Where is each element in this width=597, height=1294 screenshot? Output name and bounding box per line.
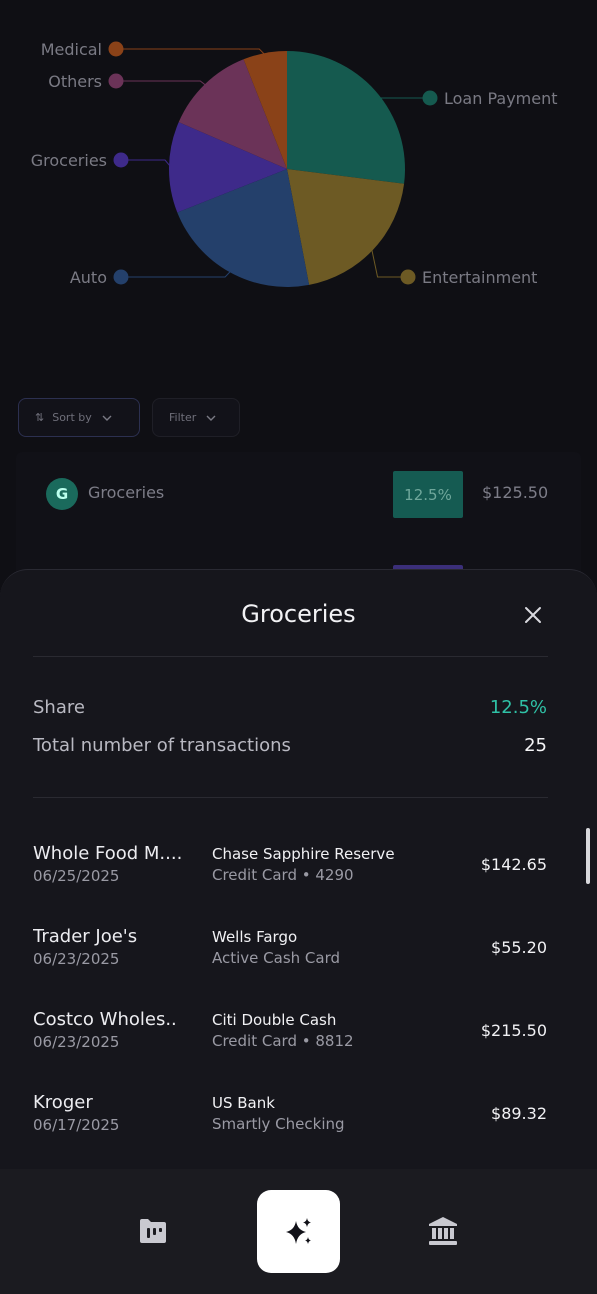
close-icon: [525, 607, 541, 623]
pie-slice-label: Auto: [70, 268, 107, 287]
transaction-date: 06/23/2025: [33, 950, 120, 968]
transaction-date: 06/25/2025: [33, 867, 120, 885]
share-value: 12.5%: [489, 697, 547, 718]
pie-callout-line: [373, 91, 430, 99]
transaction-account: Citi Double Cash: [212, 1011, 337, 1029]
transaction-count-label: Total number of transactions: [33, 735, 291, 756]
share-label: Share: [33, 697, 85, 718]
filter-dropdown[interactable]: Filter: [152, 398, 240, 437]
pie-callout-line: [121, 270, 232, 278]
category-amount: $125.50: [482, 483, 549, 502]
transaction-amount: $142.65: [480, 855, 547, 874]
pie-callout-line: [116, 48, 266, 56]
nav-bank-button[interactable]: [414, 1209, 472, 1253]
transaction-merchant: Kroger: [33, 1092, 93, 1113]
sort-icon: ⇅: [35, 411, 45, 424]
transaction-row[interactable]: Trader Joe's 06/23/2025 Wells Fargo Acti…: [0, 926, 597, 986]
spending-pie-chart: Loan Payment Entertainment Auto Groceries Ot…: [31, 40, 558, 287]
divider: [33, 797, 548, 798]
transaction-date: 06/23/2025: [33, 1033, 120, 1051]
pie-slice-loan-payment[interactable]: [287, 51, 405, 184]
nav-ai-assistant-button[interactable]: [257, 1190, 340, 1273]
close-button[interactable]: [518, 600, 548, 630]
pie-legend-dot: [108, 73, 124, 89]
chevron-down-icon: [206, 415, 216, 421]
filter-label: Filter: [169, 411, 197, 424]
transaction-card: Smartly Checking: [212, 1115, 345, 1133]
pie-legend-dot: [108, 41, 124, 57]
transaction-row[interactable]: Whole Food M.... 06/25/2025 Chase Sapphi…: [0, 843, 597, 903]
transaction-row[interactable]: Kroger 06/17/2025 US Bank Smartly Checki…: [0, 1092, 597, 1152]
transaction-account: US Bank: [212, 1094, 275, 1112]
transaction-account: Chase Sapphire Reserve: [212, 845, 395, 863]
transaction-card: Credit Card • 4290: [212, 866, 354, 884]
category-detail-sheet: Groceries Share 12.5% Total number of tr…: [0, 569, 597, 1189]
sparkles-icon: [285, 1217, 311, 1244]
transaction-account: Wells Fargo: [212, 928, 298, 946]
pie-legend-dot: [400, 269, 416, 285]
pie-legend-dot: [422, 90, 438, 106]
chevron-down-icon: [102, 415, 112, 421]
transaction-card: Active Cash Card: [212, 949, 341, 967]
transaction-date: 06/17/2025: [33, 1116, 120, 1134]
transaction-count-value: 25: [524, 735, 547, 756]
nav-dashboard-button[interactable]: [124, 1209, 182, 1253]
transaction-merchant: Whole Food M....: [33, 843, 183, 864]
pie-legend-dot: [113, 152, 129, 168]
sheet-title: Groceries: [241, 600, 356, 628]
dashboard-icon: [140, 1219, 166, 1243]
transaction-merchant: Trader Joe's: [33, 926, 138, 947]
bottom-navigation: [0, 1169, 597, 1294]
transaction-merchant: Costco Wholes..: [33, 1009, 177, 1030]
sort-by-dropdown[interactable]: ⇅ Sort by: [18, 398, 140, 437]
pie-slice-label: Medical: [41, 40, 102, 59]
transaction-amount: $89.32: [491, 1104, 547, 1123]
transaction-card: Credit Card • 8812: [212, 1032, 354, 1050]
scrollbar[interactable]: [586, 828, 590, 884]
pie-slice-label: Entertainment: [422, 268, 537, 287]
category-share-badge: 12.5%: [393, 471, 463, 518]
bank-icon: [429, 1217, 457, 1245]
sort-label: Sort by: [52, 411, 92, 424]
divider: [33, 656, 548, 657]
transaction-amount: $215.50: [480, 1021, 547, 1040]
pie-callout-line: [116, 80, 207, 87]
pie-callout-line: [121, 159, 172, 168]
pie-legend-dot: [113, 269, 129, 285]
transaction-row[interactable]: Costco Wholes.. 06/23/2025 Citi Double C…: [0, 1009, 597, 1069]
category-avatar: G: [46, 478, 78, 510]
pie-slice-label: Loan Payment: [444, 89, 558, 108]
pie-slice-label: Others: [48, 72, 102, 91]
transaction-amount: $55.20: [491, 938, 547, 957]
category-name[interactable]: Groceries: [88, 483, 164, 502]
pie-slice-label: Groceries: [31, 151, 107, 170]
